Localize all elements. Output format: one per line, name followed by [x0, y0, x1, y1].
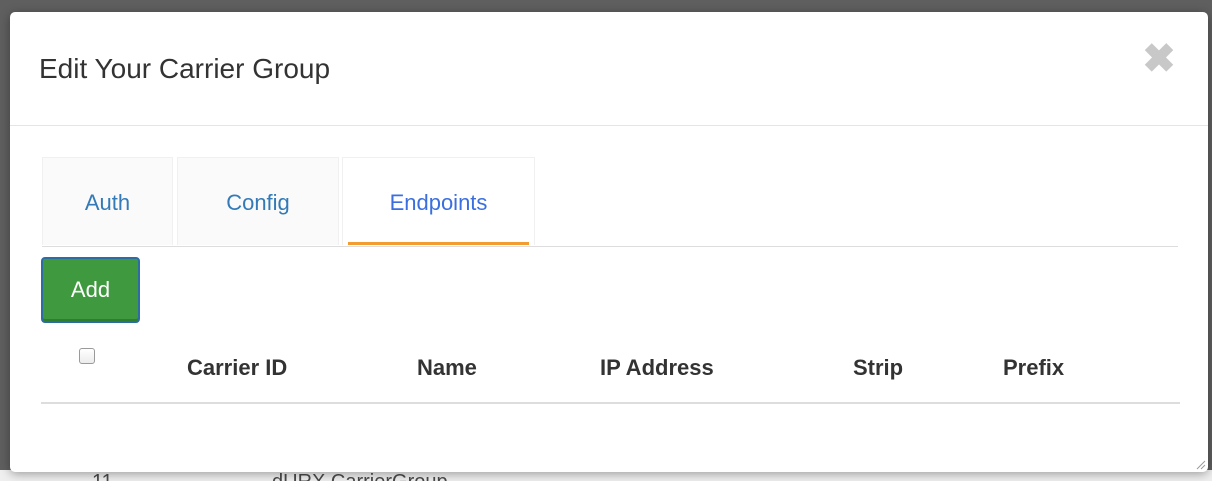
background-row-id: 11	[92, 472, 113, 481]
column-header-prefix[interactable]: Prefix	[1003, 355, 1064, 381]
tab-bar: Auth Config Endpoints	[42, 157, 1178, 247]
add-button[interactable]: Add	[41, 257, 140, 323]
tab-endpoints[interactable]: Endpoints	[342, 157, 535, 245]
background-row-name: dURX CarrierGroup	[272, 472, 448, 481]
endpoints-table-header: Carrier ID Name IP Address Strip Prefix	[41, 342, 1180, 404]
close-icon[interactable]: ✖	[1142, 39, 1176, 79]
resize-handle-icon[interactable]	[1194, 458, 1206, 470]
tab-config[interactable]: Config	[177, 157, 339, 245]
column-header-ip-address[interactable]: IP Address	[600, 355, 714, 381]
select-all-checkbox[interactable]	[79, 348, 95, 364]
edit-carrier-group-modal: Edit Your Carrier Group ✖ Auth Config En…	[10, 12, 1208, 472]
column-header-strip[interactable]: Strip	[853, 355, 903, 381]
tab-auth[interactable]: Auth	[42, 157, 173, 245]
modal-title: Edit Your Carrier Group	[39, 53, 331, 84]
column-header-carrier-id[interactable]: Carrier ID	[187, 355, 287, 381]
column-header-name[interactable]: Name	[417, 355, 477, 381]
modal-header: Edit Your Carrier Group ✖	[10, 12, 1208, 126]
